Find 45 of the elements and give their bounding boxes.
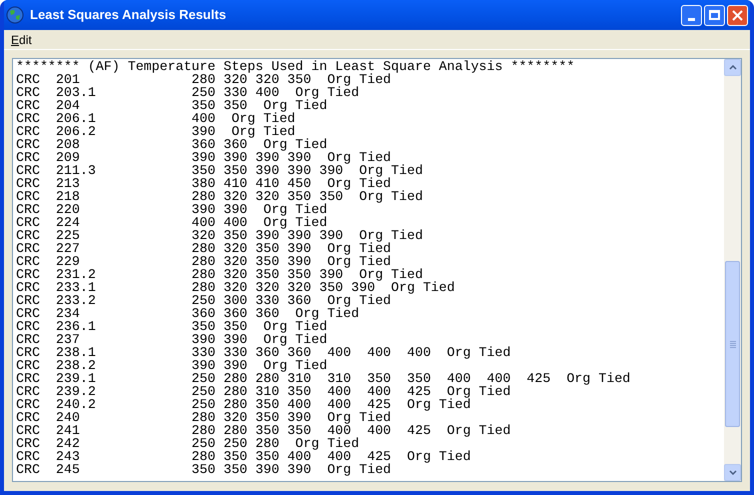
text-line: CRC 229 280 320 350 390 Org Tied xyxy=(16,255,392,268)
text-line: CRC 231.2 280 320 350 350 390 Org Tied xyxy=(16,268,423,281)
chevron-up-icon xyxy=(728,65,736,70)
text-line: CRC 233.2 250 300 330 360 Org Tied xyxy=(16,294,392,307)
text-line: CRC 236.1 350 350 Org Tied xyxy=(16,320,328,333)
text-line: CRC 213 380 410 410 450 Org Tied xyxy=(16,177,392,190)
text-line: CRC 209 390 390 390 390 Org Tied xyxy=(16,151,392,164)
text-line: CRC 233.1 280 320 320 320 350 390 Org Tied xyxy=(16,281,455,294)
text-line: CRC 211.3 350 350 390 390 390 Org Tied xyxy=(16,164,423,177)
text-line: CRC 201 280 320 320 350 Org Tied xyxy=(16,73,392,86)
text-line: CRC 238.1 330 330 360 360 400 400 400 Org Tied xyxy=(16,346,511,359)
text-line: CRC 239.2 250 280 310 350 400 400 425 Org Tied xyxy=(16,385,511,398)
text-line: CRC 242 250 250 280 Org Tied xyxy=(16,437,360,450)
menu-item[interactable]: Edit xyxy=(10,30,33,48)
text-line: CRC 237 390 390 Org Tied xyxy=(16,333,328,346)
text-line: CRC 234 360 360 360 Org Tied xyxy=(16,307,360,320)
maximize-button[interactable] xyxy=(704,4,725,26)
text-line: CRC 240.2 250 280 350 400 400 425 Org Tied xyxy=(16,398,471,411)
text-line: CRC 245 350 350 390 390 Org Tied xyxy=(16,463,392,476)
text-line: CRC 203.1 250 330 400 Org Tied xyxy=(16,86,360,99)
text-line: CRC 243 280 350 350 400 400 425 Org Tied xyxy=(16,450,471,463)
text-line: CRC 238.2 390 390 Org Tied xyxy=(16,359,328,372)
text-line: CRC 224 400 400 Org Tied xyxy=(16,216,328,229)
text-line: CRC 208 360 360 Org Tied xyxy=(16,138,328,151)
close-icon xyxy=(732,10,743,20)
text-line: ******** (AF) Temperature Steps Used in Least Square Analysis ******** xyxy=(16,60,575,73)
scroll-thumb[interactable] xyxy=(725,261,740,427)
text-line: CRC 225 320 350 390 390 390 Org Tied xyxy=(16,229,423,242)
text-line: CRC 218 280 320 320 350 350 Org Tied xyxy=(16,190,423,203)
window-title: Least Squares Analysis Results xyxy=(30,6,226,24)
close-button[interactable] xyxy=(727,4,748,26)
text-line: CRC 227 280 320 350 390 Org Tied xyxy=(16,242,392,255)
text-line: CRC 206.1 400 Org Tied xyxy=(16,112,296,125)
text-line: CRC 204 350 350 Org Tied xyxy=(16,99,328,112)
text-line: CRC 206.2 390 Org Tied xyxy=(16,125,296,138)
scroll-down-button[interactable] xyxy=(724,464,741,481)
text-line: CRC 220 390 390 Org Tied xyxy=(16,203,328,216)
globe-icon xyxy=(6,6,24,24)
chevron-down-icon xyxy=(728,470,736,475)
scroll-up-button[interactable] xyxy=(724,59,741,76)
minimize-button[interactable] xyxy=(681,4,702,26)
text-line: CRC 240 280 320 350 390 Org Tied xyxy=(16,411,392,424)
scrollbar[interactable] xyxy=(724,59,741,481)
text-line: CRC 239.1 250 280 280 310 310 350 350 400 400 425 Org Tied xyxy=(16,372,630,385)
text-line: CRC 241 280 280 350 350 400 400 425 Org Tied xyxy=(16,424,511,437)
